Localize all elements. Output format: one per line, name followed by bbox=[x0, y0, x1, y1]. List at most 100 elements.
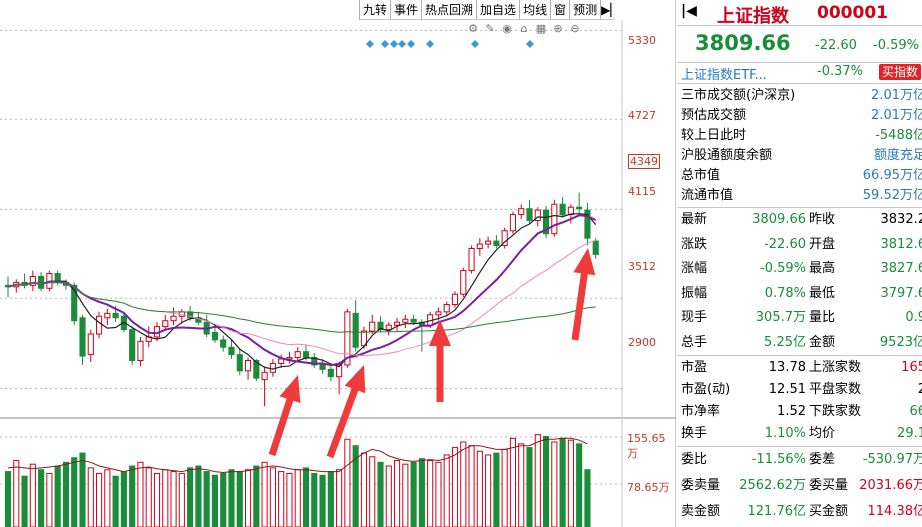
volume-bar bbox=[476, 450, 483, 527]
event-marker-icon[interactable] bbox=[381, 40, 389, 48]
volume-bar bbox=[244, 469, 252, 527]
grid-value: 9523亿 bbox=[879, 334, 922, 350]
zoom-in-icon[interactable]: ⊕ bbox=[551, 22, 565, 36]
volume-bar bbox=[187, 467, 194, 527]
candle-body bbox=[112, 312, 119, 319]
grid-value: 3812.6 bbox=[880, 236, 922, 252]
price-label-highlight: 4349 bbox=[628, 154, 660, 169]
event-marker-icon[interactable] bbox=[471, 40, 479, 48]
volume-bar bbox=[112, 475, 119, 527]
candle-body bbox=[302, 351, 310, 359]
candle-body bbox=[269, 362, 276, 373]
volume-bar bbox=[104, 469, 111, 527]
settings-icon[interactable]: ⚙ bbox=[466, 22, 480, 36]
event-marker-icon[interactable] bbox=[426, 40, 434, 48]
tb-hot-replay-button[interactable]: 热点回溯 bbox=[421, 0, 476, 20]
candle-body bbox=[476, 243, 483, 249]
collapse-arrow-icon[interactable]: |◀ bbox=[681, 3, 697, 19]
buy-index-button[interactable]: 买指数 bbox=[879, 64, 922, 80]
volume-bar bbox=[319, 474, 326, 527]
candle-body bbox=[38, 275, 45, 289]
grid-label: 总手 bbox=[681, 334, 708, 350]
grid-value: 2562.62万 bbox=[739, 478, 806, 493]
volume-bar bbox=[443, 454, 450, 527]
grid-label: 振幅 bbox=[681, 285, 708, 301]
volume-bar bbox=[460, 441, 467, 527]
volume-bar bbox=[62, 461, 70, 527]
event-marker-icon[interactable] bbox=[526, 40, 534, 48]
volume-ma-line bbox=[7, 437, 588, 474]
grid-label: 金额 bbox=[809, 334, 836, 350]
play-icon[interactable]: ▶▏ bbox=[600, 0, 620, 20]
tb-add-watchlist-button[interactable]: 加自选 bbox=[476, 0, 519, 20]
draw-icon[interactable]: ✎ bbox=[483, 22, 497, 36]
tb-window-button[interactable]: 窗 bbox=[550, 0, 569, 20]
candle-body bbox=[104, 312, 111, 319]
volume-bar bbox=[129, 465, 136, 527]
candle-body bbox=[170, 315, 177, 322]
info-label: 三市成交额(沪深京) bbox=[681, 88, 796, 103]
volume-bar bbox=[377, 461, 384, 527]
info-row: 预估成交额 2.01万亿 bbox=[681, 106, 922, 126]
info-value: 2.01万亿 bbox=[871, 108, 922, 123]
volume-bar bbox=[451, 447, 459, 527]
candle-body bbox=[451, 293, 459, 305]
event-marker-icon[interactable] bbox=[390, 40, 398, 48]
candle-body bbox=[137, 340, 144, 362]
event-marker-icon[interactable] bbox=[366, 40, 374, 48]
event-marker-icon[interactable] bbox=[407, 40, 415, 48]
info-value: -5488亿 bbox=[875, 128, 922, 143]
stats-grid-row: 市盈 13.78 上涨家数 165 bbox=[681, 358, 922, 378]
candle-body bbox=[460, 270, 467, 295]
tb-predict-button[interactable]: 预测 bbox=[569, 0, 600, 20]
candle-body bbox=[410, 318, 417, 323]
grid-value: 1.52 bbox=[777, 404, 806, 419]
info-label: 预估成交额 bbox=[681, 108, 747, 123]
volume-bar bbox=[29, 463, 36, 527]
etf-row[interactable]: 上证指数ETF... -0.37% 买指数 bbox=[677, 62, 922, 83]
grid-value: 3809.66 bbox=[752, 212, 806, 227]
candle-body bbox=[485, 240, 492, 245]
volume-bar bbox=[559, 437, 566, 527]
eye-icon[interactable]: ◉ bbox=[500, 22, 514, 36]
price-change-pct: -0.59% bbox=[873, 38, 919, 53]
candle-body bbox=[369, 321, 376, 332]
grid-label: 市净率 bbox=[681, 404, 721, 419]
grid-value: 3832.2 bbox=[880, 212, 922, 227]
lock-icon[interactable]: ⌂ bbox=[517, 22, 531, 36]
candle-body bbox=[526, 208, 533, 221]
quote-panel: |◀ 上证指数 000001 3809.66 -22.60 -0.59% 上证指… bbox=[677, 0, 922, 527]
volume-bar bbox=[418, 458, 425, 527]
info-value: 59.52万亿 bbox=[862, 188, 922, 203]
kline-chart-area[interactable]: 九转 事件 热点回溯 加自选 均线 窗 预测 ▶▏ ⚙ ✎ ◉ ⌂ ▦ ⊕ ⊖ … bbox=[0, 0, 676, 527]
grid-label: 委差 bbox=[809, 452, 836, 467]
volume-bar bbox=[369, 456, 376, 527]
volume-bar bbox=[286, 472, 293, 527]
grid-label: 涨跌 bbox=[681, 236, 708, 252]
volume-bar bbox=[120, 471, 127, 527]
candle-body bbox=[576, 206, 583, 210]
tb-event-button[interactable]: 事件 bbox=[390, 0, 421, 20]
candle-body bbox=[393, 321, 401, 326]
grid-value: 114.38亿 bbox=[867, 504, 922, 519]
volume-bar bbox=[145, 467, 152, 527]
tb-jiuzhuan-button[interactable]: 九转 bbox=[359, 0, 390, 20]
price-change: -22.60 bbox=[815, 38, 857, 53]
grid-label: 委比 bbox=[681, 452, 708, 467]
candle-body bbox=[129, 329, 136, 362]
grid-icon[interactable]: ▦ bbox=[534, 22, 548, 36]
volume-bar bbox=[435, 461, 442, 527]
event-marker-icon[interactable] bbox=[398, 40, 406, 48]
tb-ma-button[interactable]: 均线 bbox=[519, 0, 550, 20]
volume-bar bbox=[385, 465, 392, 527]
candle-body bbox=[435, 311, 442, 316]
volume-bar bbox=[567, 439, 574, 527]
candle-body bbox=[385, 324, 392, 331]
zoom-out-icon[interactable]: ⊖ bbox=[568, 22, 582, 36]
candle-body bbox=[87, 333, 94, 356]
quote-grid-row: 涨幅 -0.59% 最高 3827.6 bbox=[681, 259, 922, 279]
grid-label: 上涨家数 bbox=[809, 360, 862, 375]
volume-bar bbox=[220, 472, 227, 527]
etf-name[interactable]: 上证指数ETF... bbox=[681, 64, 767, 83]
kline-chart[interactable] bbox=[0, 0, 676, 527]
